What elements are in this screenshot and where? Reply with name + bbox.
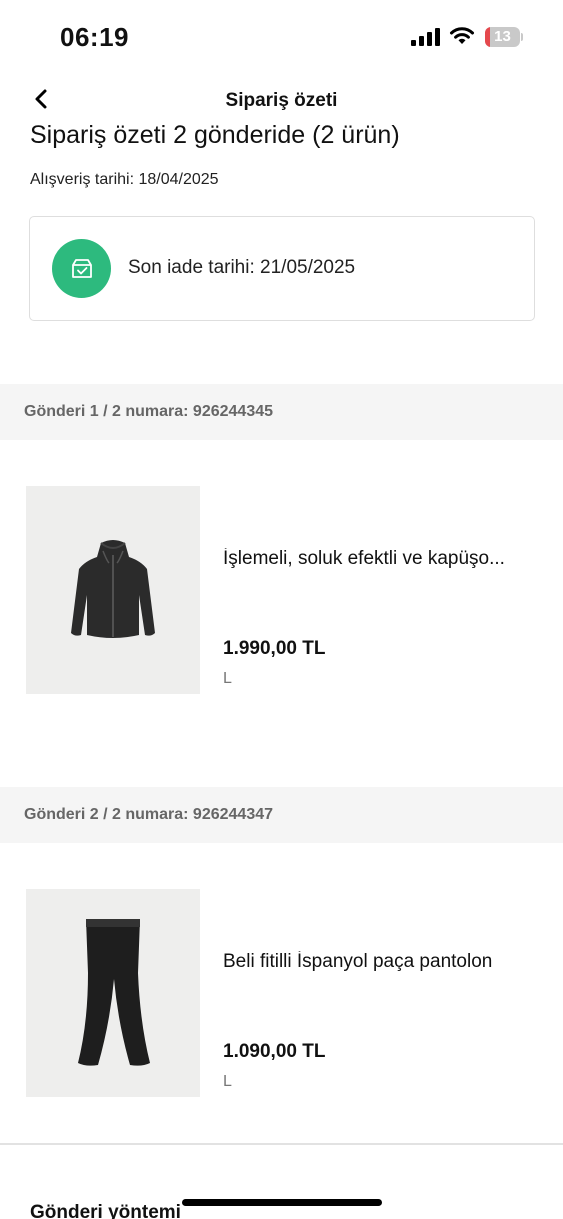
shipment-header: Gönderi 2 / 2 numara: 926244347 (0, 787, 563, 843)
return-deadline-text: Son iade tarihi: 21/05/2025 (128, 257, 356, 278)
pants-image[interactable] (26, 889, 200, 1097)
battery-level: 13 (494, 28, 511, 45)
shipment-header: Gönderi 1 / 2 numara: 926244345 (0, 384, 563, 440)
home-indicator[interactable] (182, 1199, 382, 1206)
wifi-icon (450, 27, 474, 44)
product-size: L (223, 1073, 232, 1090)
product-item[interactable]: Beli fitilli İspanyol paça pantolon 1.09… (0, 889, 563, 1099)
product-price: 1.990,00 TL (223, 638, 326, 659)
product-price: 1.090,00 TL (223, 1041, 326, 1062)
status-time: 06:19 (60, 22, 129, 52)
return-box-icon (52, 239, 111, 298)
product-size: L (223, 670, 232, 687)
order-summary-screen: 06:19 13 Sipariş özeti Sipariş özeti 2 g… (0, 0, 563, 1219)
shipment-label: Gönderi 2 / 2 numara: 926244347 (24, 806, 274, 823)
shipping-method-heading: Gönderi yöntemi (30, 1202, 181, 1219)
battery-icon: 13 (485, 27, 523, 47)
page-title: Sipariş özeti (225, 90, 338, 111)
section-divider (0, 1143, 563, 1145)
order-summary-heading: Sipariş özeti 2 gönderide (2 ürün) (30, 121, 400, 149)
status-bar: 06:19 13 (0, 0, 563, 75)
signal-icon (411, 28, 440, 46)
purchase-date: Alışveriş tarihi: 18/04/2025 (30, 171, 219, 188)
shipment-label: Gönderi 1 / 2 numara: 926244345 (24, 403, 274, 420)
product-item[interactable]: İşlemeli, soluk efektli ve kapüşo... 1.9… (0, 486, 563, 696)
product-name: Beli fitilli İspanyol paça pantolon (223, 951, 493, 972)
return-deadline-card: Son iade tarihi: 21/05/2025 (29, 216, 535, 321)
hoodie-image[interactable] (26, 486, 200, 694)
product-name: İşlemeli, soluk efektli ve kapüşo... (223, 548, 505, 569)
